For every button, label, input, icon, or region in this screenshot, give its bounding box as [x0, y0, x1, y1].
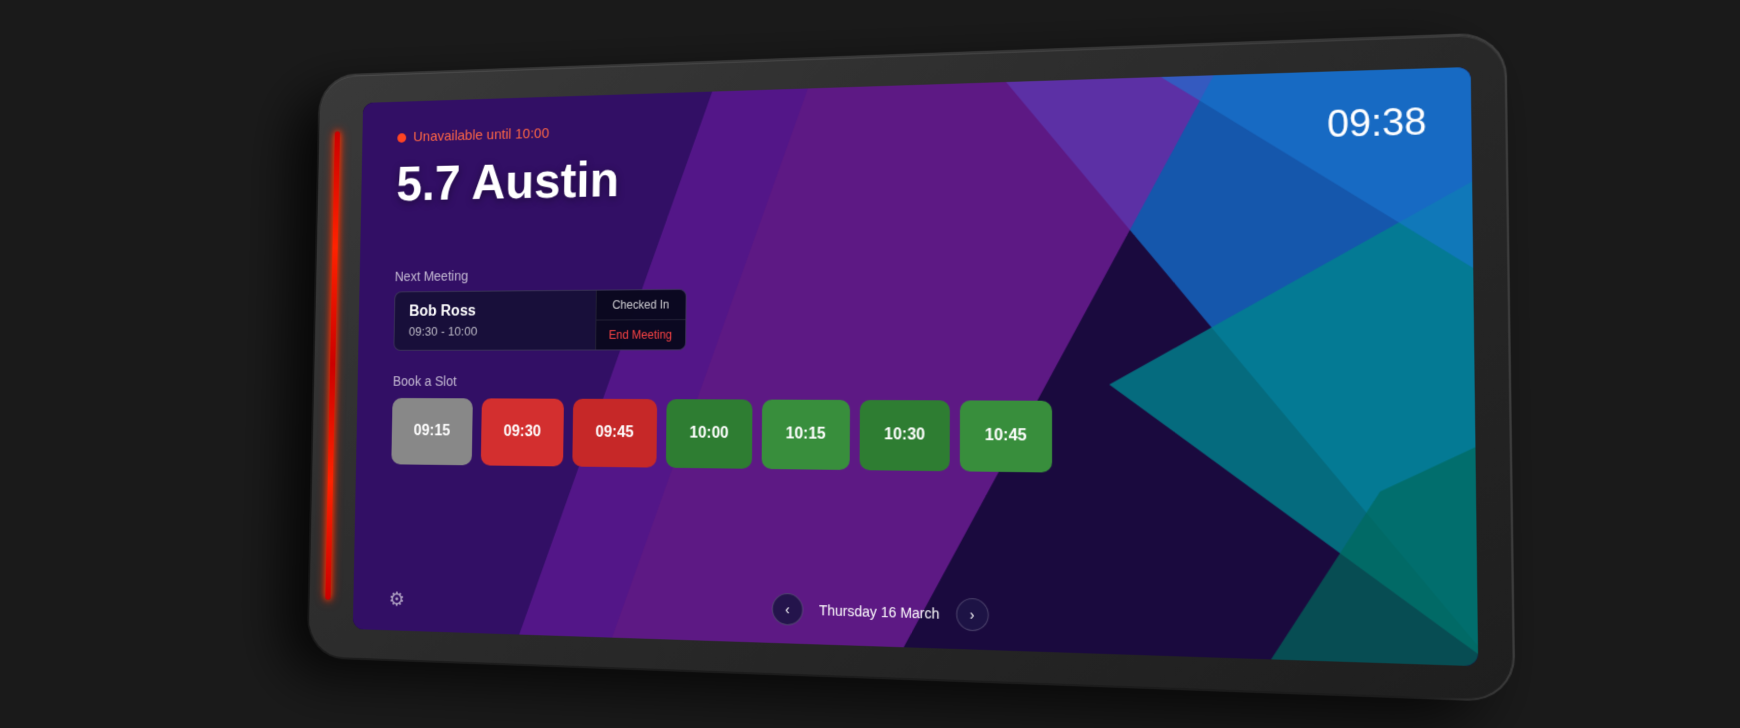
- meeting-name: Bob Ross: [409, 302, 581, 320]
- slot-button-1015[interactable]: 10:15: [762, 400, 850, 470]
- tablet-screen: 09:38 Unavailable until 10:00 5.7 Austin…: [353, 67, 1478, 666]
- next-meeting-section: Next Meeting Bob Ross 09:30 - 10:00 Chec…: [393, 257, 1429, 351]
- date-navigation: ‹ Thursday 16 March ›: [772, 593, 989, 632]
- meeting-card: Bob Ross 09:30 - 10:00 Checked In End Me…: [393, 289, 686, 351]
- current-time: 09:38: [1327, 100, 1427, 147]
- meeting-time-range: 09:30 - 10:00: [409, 323, 581, 338]
- status-dot: [397, 133, 406, 143]
- slot-button-0915[interactable]: 09:15: [391, 398, 473, 465]
- screen-content: 09:38 Unavailable until 10:00 5.7 Austin…: [353, 67, 1478, 666]
- prev-date-button[interactable]: ‹: [772, 593, 804, 626]
- slot-button-1045[interactable]: 10:45: [960, 400, 1052, 472]
- book-slot-section: Book a Slot 09:1509:3009:4510:0010:1510:…: [391, 373, 1430, 477]
- checked-in-badge: Checked In: [596, 290, 686, 321]
- status-text: Unavailable until 10:00: [413, 125, 549, 145]
- slot-button-0930[interactable]: 09:30: [481, 398, 564, 466]
- current-date: Thursday 16 March: [819, 602, 940, 622]
- slot-button-1000[interactable]: 10:00: [666, 399, 753, 469]
- slot-button-0945[interactable]: 09:45: [572, 399, 657, 468]
- scene: 09:38 Unavailable until 10:00 5.7 Austin…: [0, 0, 1740, 728]
- led-strip: [325, 131, 340, 599]
- tablet-device: 09:38 Unavailable until 10:00 5.7 Austin…: [308, 34, 1513, 700]
- settings-icon[interactable]: ⚙: [389, 587, 405, 611]
- meeting-actions: Checked In End Meeting: [595, 290, 686, 350]
- slot-button-1030[interactable]: 10:30: [860, 400, 950, 471]
- meeting-info: Bob Ross 09:30 - 10:00: [394, 291, 595, 350]
- book-slot-label: Book a Slot: [393, 373, 1430, 391]
- end-meeting-button[interactable]: End Meeting: [596, 320, 686, 349]
- slot-buttons-container: 09:1509:3009:4510:0010:1510:3010:45: [391, 398, 1430, 477]
- next-meeting-label: Next Meeting: [395, 257, 1429, 284]
- next-date-button[interactable]: ›: [956, 598, 989, 632]
- room-title: 5.7 Austin: [396, 130, 1427, 212]
